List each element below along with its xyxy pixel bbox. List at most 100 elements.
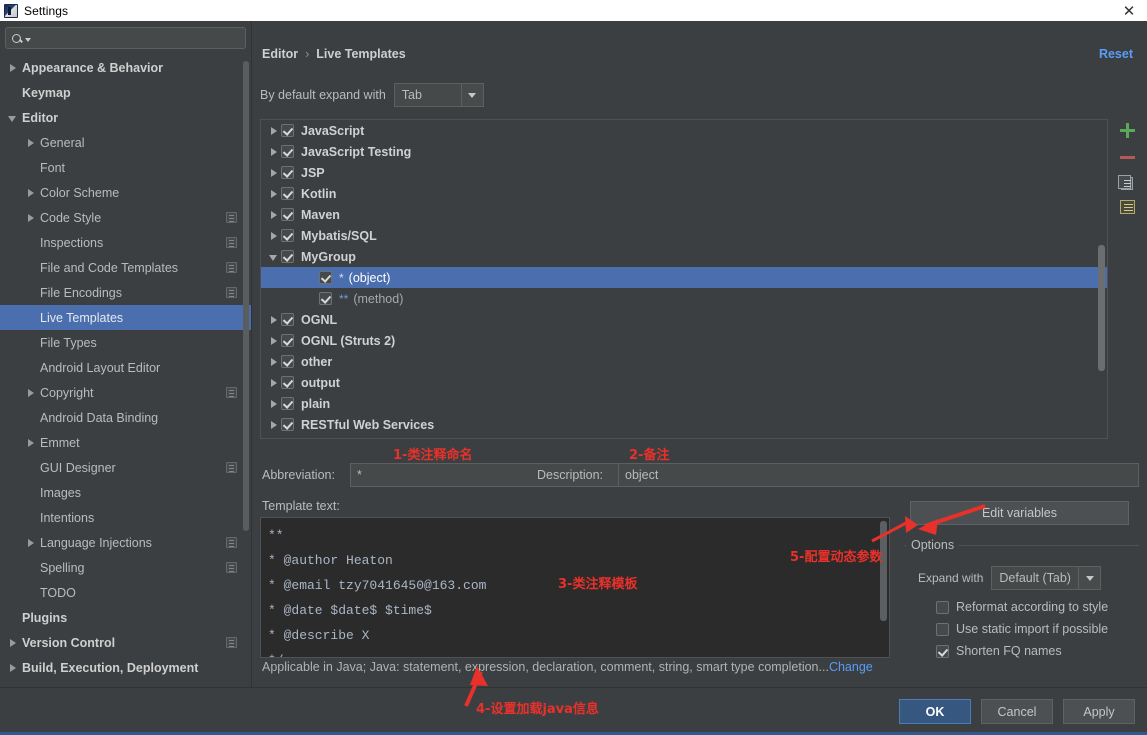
template-enabled-checkbox[interactable]	[281, 376, 294, 389]
option-checkbox[interactable]	[936, 601, 949, 614]
template-row[interactable]: MyGroup	[261, 246, 1107, 267]
sidebar-item-font[interactable]: Font	[0, 155, 251, 180]
minus-icon[interactable]	[1118, 148, 1136, 166]
close-icon[interactable]: ✕	[1117, 0, 1141, 21]
template-enabled-checkbox[interactable]	[281, 313, 294, 326]
sidebar-item-code-style[interactable]: Code Style	[0, 205, 251, 230]
template-row[interactable]: **(method)	[261, 288, 1107, 309]
default-expand-select[interactable]: Tab	[394, 83, 484, 107]
template-row[interactable]: output	[261, 372, 1107, 393]
chevron-down-icon[interactable]	[1078, 567, 1100, 589]
chevron-right-icon[interactable]	[267, 229, 281, 243]
chevron-right-icon[interactable]	[267, 187, 281, 201]
sidebar-item-copyright[interactable]: Copyright	[0, 380, 251, 405]
template-row[interactable]: JSP	[261, 162, 1107, 183]
copy-icon[interactable]	[1121, 177, 1133, 190]
sidebar-item-build-execution-deployment[interactable]: Build, Execution, Deployment	[0, 655, 251, 680]
template-enabled-checkbox[interactable]	[319, 271, 332, 284]
option-checkbox[interactable]	[936, 645, 949, 658]
sidebar-item-file-and-code-templates[interactable]: File and Code Templates	[0, 255, 251, 280]
template-row[interactable]: Maven	[261, 204, 1107, 225]
sidebar-item-inspections[interactable]: Inspections	[0, 230, 251, 255]
template-row[interactable]: JavaScript	[261, 120, 1107, 141]
template-enabled-checkbox[interactable]	[281, 229, 294, 242]
template-enabled-checkbox[interactable]	[281, 250, 294, 263]
chevron-down-icon[interactable]	[25, 38, 31, 42]
sidebar-item-emmet[interactable]: Emmet	[0, 430, 251, 455]
chevron-right-icon[interactable]	[267, 208, 281, 222]
option-shorten-fq-names[interactable]: Shorten FQ names	[936, 644, 1062, 658]
sidebar-item-android-layout-editor[interactable]: Android Layout Editor	[0, 355, 251, 380]
edit-variables-button[interactable]: Edit variables	[910, 501, 1129, 525]
chevron-right-icon[interactable]	[267, 124, 281, 138]
template-row[interactable]: Mybatis/SQL	[261, 225, 1107, 246]
settings-category-tree[interactable]: Appearance & BehaviorKeymapEditorGeneral…	[0, 53, 251, 687]
chevron-right-icon[interactable]	[26, 438, 36, 448]
sidebar-item-images[interactable]: Images	[0, 480, 251, 505]
sidebar-item-spelling[interactable]: Spelling	[0, 555, 251, 580]
chevron-down-icon[interactable]	[267, 250, 281, 264]
document-icon[interactable]	[1120, 200, 1135, 214]
chevron-right-icon[interactable]	[8, 663, 18, 673]
chevron-right-icon[interactable]	[267, 418, 281, 432]
chevron-right-icon[interactable]	[26, 538, 36, 548]
sidebar-item-version-control[interactable]: Version Control	[0, 630, 251, 655]
expand-with-select[interactable]: Default (Tab)	[991, 566, 1101, 590]
template-row[interactable]: JavaScript Testing	[261, 141, 1107, 162]
plus-icon[interactable]	[1118, 121, 1136, 139]
sidebar-item-general[interactable]: General	[0, 130, 251, 155]
chevron-right-icon[interactable]	[267, 145, 281, 159]
cancel-button[interactable]: Cancel	[981, 699, 1053, 724]
chevron-right-icon[interactable]	[267, 313, 281, 327]
template-tree-scrollbar-thumb[interactable]	[1098, 245, 1105, 371]
chevron-right-icon[interactable]	[267, 334, 281, 348]
template-enabled-checkbox[interactable]	[281, 334, 294, 347]
template-enabled-checkbox[interactable]	[281, 145, 294, 158]
template-enabled-checkbox[interactable]	[281, 355, 294, 368]
chevron-right-icon[interactable]	[26, 213, 36, 223]
sidebar-item-appearance-behavior[interactable]: Appearance & Behavior	[0, 55, 251, 80]
sidebar-item-file-types[interactable]: File Types	[0, 330, 251, 355]
change-context-link[interactable]: Change	[829, 660, 873, 674]
template-text-editor[interactable]: *** @author Heaton* @email tzy70416450@1…	[260, 517, 890, 658]
sidebar-item-intentions[interactable]: Intentions	[0, 505, 251, 530]
sidebar-item-editor[interactable]: Editor	[0, 105, 251, 130]
template-row[interactable]: plain	[261, 393, 1107, 414]
chevron-right-icon[interactable]	[267, 355, 281, 369]
sidebar-scrollbar[interactable]	[243, 61, 249, 661]
template-group-tree[interactable]: JavaScriptJavaScript TestingJSPKotlinMav…	[260, 119, 1108, 439]
sidebar-item-plugins[interactable]: Plugins	[0, 605, 251, 630]
sidebar-item-live-templates[interactable]: Live Templates	[0, 305, 251, 330]
chevron-right-icon[interactable]	[8, 63, 18, 73]
search-box[interactable]	[5, 27, 246, 49]
chevron-right-icon[interactable]	[267, 397, 281, 411]
editor-scrollbar-thumb[interactable]	[880, 521, 887, 621]
template-row[interactable]: OGNL	[261, 309, 1107, 330]
template-enabled-checkbox[interactable]	[281, 187, 294, 200]
template-row[interactable]: *(object)	[261, 267, 1107, 288]
template-enabled-checkbox[interactable]	[281, 397, 294, 410]
sidebar-item-todo[interactable]: TODO	[0, 580, 251, 605]
sidebar-item-keymap[interactable]: Keymap	[0, 80, 251, 105]
chevron-right-icon[interactable]	[26, 188, 36, 198]
search-input[interactable]	[36, 30, 239, 46]
template-enabled-checkbox[interactable]	[281, 418, 294, 431]
template-enabled-checkbox[interactable]	[281, 124, 294, 137]
template-row[interactable]: RESTful Web Services	[261, 414, 1107, 435]
description-input[interactable]: object	[618, 463, 1139, 487]
template-enabled-checkbox[interactable]	[281, 208, 294, 221]
breadcrumb-item-editor[interactable]: Editor	[262, 47, 298, 61]
option-use-static-import-if-possible[interactable]: Use static import if possible	[936, 622, 1108, 636]
reset-link[interactable]: Reset	[1099, 47, 1133, 61]
sidebar-item-color-scheme[interactable]: Color Scheme	[0, 180, 251, 205]
chevron-right-icon[interactable]	[26, 388, 36, 398]
template-enabled-checkbox[interactable]	[319, 292, 332, 305]
template-row[interactable]: Kotlin	[261, 183, 1107, 204]
template-row[interactable]: other	[261, 351, 1107, 372]
apply-button[interactable]: Apply	[1063, 699, 1135, 724]
template-enabled-checkbox[interactable]	[281, 166, 294, 179]
sidebar-item-android-data-binding[interactable]: Android Data Binding	[0, 405, 251, 430]
chevron-down-icon[interactable]	[8, 113, 18, 123]
chevron-right-icon[interactable]	[267, 376, 281, 390]
sidebar-item-language-injections[interactable]: Language Injections	[0, 530, 251, 555]
